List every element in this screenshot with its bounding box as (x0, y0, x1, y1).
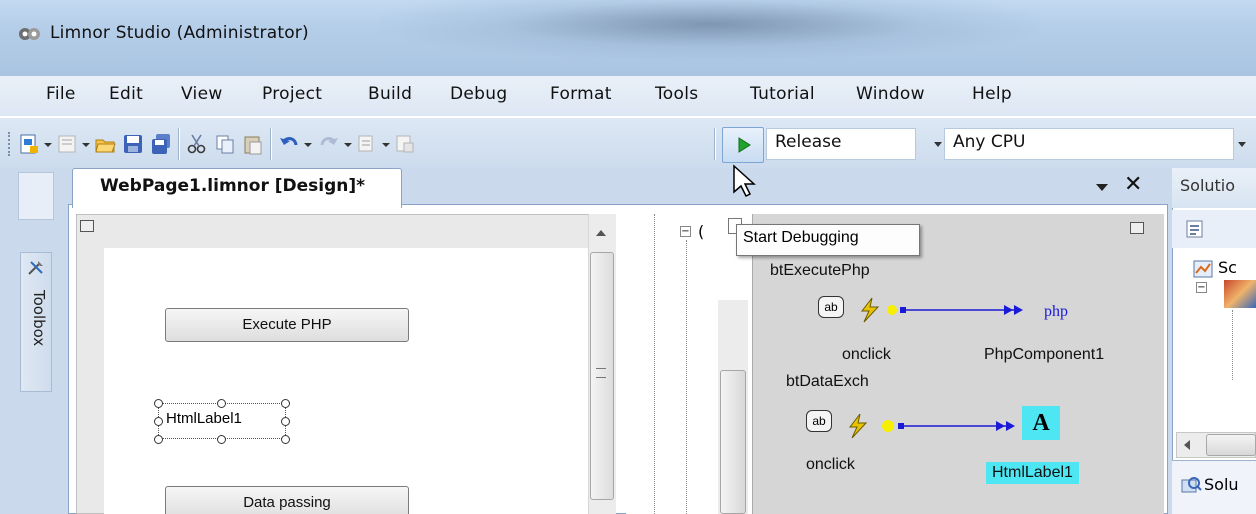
scroll-left-icon[interactable] (1184, 440, 1190, 450)
open-folder-icon[interactable] (94, 133, 116, 155)
solution-scroll-thumb[interactable] (1206, 434, 1256, 456)
side-panel-strip (18, 172, 54, 220)
navigate-forward-icon[interactable] (394, 133, 416, 155)
paste-icon[interactable] (242, 133, 264, 155)
solution-explorer-tab-label: Solu (1204, 475, 1239, 494)
redo-dropdown-icon[interactable] (344, 143, 352, 147)
start-debugging-button[interactable] (722, 127, 764, 163)
htmllabel-component-icon[interactable]: A (1022, 406, 1060, 440)
toolbar-separator (714, 128, 715, 160)
title-glow (380, 0, 1040, 60)
tree-scroll-thumb[interactable] (720, 370, 746, 514)
tree-collapse-icon[interactable]: − (680, 226, 691, 237)
toolbar-grip (8, 132, 12, 156)
lightning-event-icon[interactable] (842, 412, 872, 440)
lightning-event-icon[interactable] (854, 296, 884, 324)
tab-label: WebPage1.limnor [Design]* (100, 176, 366, 196)
menu-file[interactable]: File (46, 84, 76, 104)
maximize-pane-icon[interactable] (1130, 222, 1144, 234)
event-owner-label: btDataExch (786, 373, 869, 390)
add-item-icon[interactable] (56, 133, 78, 155)
platform-dropdown-icon[interactable] (1238, 142, 1246, 147)
event-link-arrow (887, 305, 1023, 315)
toolbox-label: Toolbox (30, 290, 48, 347)
save-icon[interactable] (122, 133, 144, 155)
close-icon[interactable]: ✕ (1124, 172, 1142, 197)
solution-explorer-icon (1181, 477, 1202, 493)
menu-tools[interactable]: Tools (655, 84, 698, 104)
php-component-icon[interactable]: php (1044, 303, 1068, 321)
tree-line (654, 214, 655, 514)
htmllabel-text: HtmlLabel1 (166, 410, 242, 427)
tree-line (686, 240, 687, 514)
play-icon (738, 137, 751, 153)
menu-edit[interactable]: Edit (109, 84, 143, 104)
new-project-dropdown-icon[interactable] (44, 143, 52, 147)
resize-handle[interactable] (154, 417, 163, 426)
button-component-icon[interactable]: ab (818, 296, 844, 318)
configuration-select[interactable]: Release (766, 128, 916, 160)
event-link-arrow (882, 420, 1015, 432)
project-icon (1224, 280, 1256, 308)
copy-icon[interactable] (214, 133, 236, 155)
button-component-icon[interactable]: ab (806, 410, 832, 432)
menu-format[interactable]: Format (550, 84, 612, 104)
properties-icon[interactable] (1184, 218, 1206, 240)
event-name-label: onclick (842, 346, 891, 363)
tree-line (1232, 310, 1233, 380)
cut-icon[interactable] (186, 133, 208, 155)
limnor-logo-icon (19, 28, 40, 40)
resize-handle[interactable] (281, 417, 290, 426)
save-all-icon[interactable] (150, 133, 172, 155)
undo-dropdown-icon[interactable] (304, 143, 312, 147)
new-project-icon[interactable] (18, 133, 40, 155)
solution-node-label[interactable]: Sc (1218, 258, 1237, 277)
design-canvas[interactable] (104, 248, 588, 514)
resize-handle[interactable] (217, 399, 226, 408)
menu-build[interactable]: Build (368, 84, 412, 104)
menu-tutorial[interactable]: Tutorial (750, 84, 815, 104)
solution-explorer-title: Solutio (1180, 176, 1236, 195)
tab-list-dropdown-icon[interactable] (1096, 184, 1108, 191)
window-title: Limnor Studio (Administrator) (50, 23, 309, 43)
menu-debug[interactable]: Debug (450, 84, 507, 104)
menu-window[interactable]: Window (856, 84, 925, 104)
event-owner-label: btExecutePhp (770, 262, 870, 279)
action-target-label: HtmlLabel1 (986, 462, 1079, 484)
scroll-grip-icon (596, 368, 606, 378)
tree-collapse-icon[interactable]: − (1196, 282, 1207, 293)
menu-help[interactable]: Help (972, 84, 1012, 104)
menu-view[interactable]: View (181, 84, 223, 104)
toolbar-separator (178, 128, 179, 160)
tree-node-label: ( (698, 222, 705, 241)
menu-project[interactable]: Project (262, 84, 322, 104)
configuration-dropdown-icon[interactable] (934, 142, 942, 147)
event-name-label: onclick (806, 456, 855, 473)
data-passing-button[interactable]: Data passing (165, 486, 409, 514)
undo-icon[interactable] (278, 133, 300, 155)
tooltip: Start Debugging (736, 224, 920, 256)
resize-handle[interactable] (281, 399, 290, 408)
scroll-up-icon[interactable] (596, 230, 606, 236)
resize-handle[interactable] (154, 435, 163, 444)
navigate-backward-icon[interactable] (356, 133, 378, 155)
resize-handle[interactable] (217, 435, 226, 444)
execute-php-button[interactable]: Execute PHP (165, 308, 409, 342)
resize-handle[interactable] (154, 399, 163, 408)
platform-select[interactable]: Any CPU (944, 128, 1234, 160)
add-item-dropdown-icon[interactable] (82, 143, 90, 147)
redo-icon[interactable] (318, 133, 340, 155)
solution-icon (1193, 260, 1213, 278)
navigate-backward-dropdown-icon[interactable] (382, 143, 390, 147)
toolbox-icon (28, 261, 43, 275)
action-target-label: PhpComponent1 (984, 346, 1105, 363)
toolbar-separator (270, 128, 271, 160)
mouse-cursor-icon (733, 164, 756, 198)
maximize-pane-icon[interactable] (80, 220, 94, 232)
resize-handle[interactable] (281, 435, 290, 444)
